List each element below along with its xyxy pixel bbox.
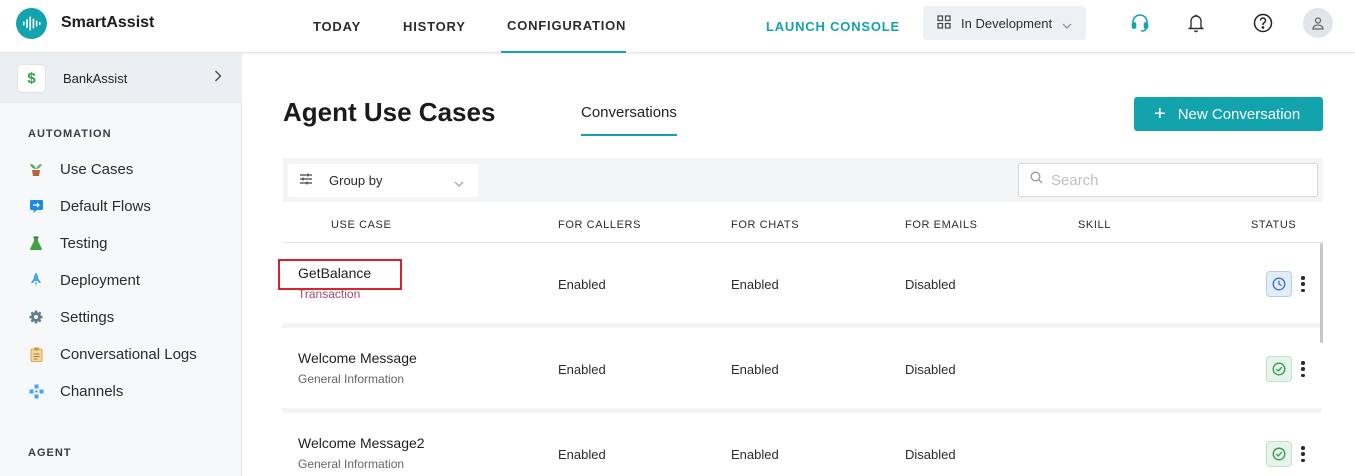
for-chats-value: Enabled [731, 277, 779, 292]
plus-icon: + [1154, 103, 1166, 125]
table-row[interactable]: GetBalance Transaction Enabled Enabled D… [283, 243, 1321, 323]
section-agent: AGENT [28, 447, 72, 459]
for-callers-value: Enabled [558, 447, 606, 462]
use-case-name[interactable]: Welcome Message2 [298, 435, 425, 451]
check-circle-icon[interactable] [1266, 356, 1292, 382]
check-circle-icon[interactable] [1266, 441, 1292, 467]
use-case-type: General Information [298, 457, 405, 471]
col-status: STATUS [1251, 219, 1297, 231]
sidebar: $ BankAssist AUTOMATION Use Cases Defaul… [0, 53, 242, 476]
new-conversation-label: New Conversation [1177, 105, 1301, 123]
gear-icon [28, 309, 44, 325]
smartassist-logo-icon[interactable] [16, 8, 47, 39]
sidebar-item-settings[interactable]: Settings [0, 302, 242, 332]
sidebar-item-label: Testing [60, 234, 108, 252]
col-for-callers: FOR CALLERS [558, 219, 642, 231]
new-conversation-button[interactable]: + New Conversation [1134, 97, 1323, 131]
search-box[interactable] [1018, 163, 1318, 197]
for-emails-value: Disabled [905, 447, 956, 462]
grid-icon [937, 14, 951, 32]
group-by-dropdown[interactable]: Group by [288, 164, 478, 197]
sliders-icon [299, 173, 313, 188]
table-scrollbar[interactable] [1320, 243, 1323, 343]
for-chats-value: Enabled [731, 447, 779, 462]
sidebar-item-label: Channels [60, 382, 124, 400]
more-options-icon[interactable] [1298, 444, 1308, 464]
launch-console-link[interactable]: LAUNCH CONSOLE [766, 0, 900, 53]
search-input[interactable] [1051, 171, 1301, 189]
sidebar-item-testing[interactable]: Testing [0, 228, 242, 258]
nav-configuration[interactable]: CONFIGURATION [501, 0, 626, 53]
chevron-down-icon [1062, 17, 1072, 32]
for-chats-value: Enabled [731, 362, 779, 377]
help-icon[interactable] [1252, 12, 1274, 34]
col-for-emails: FOR EMAILS [905, 219, 978, 231]
dollar-icon: $ [17, 63, 46, 93]
sidebar-item-default-flows[interactable]: Default Flows [0, 191, 242, 221]
for-emails-value: Disabled [905, 362, 956, 377]
brand-name: SmartAssist [61, 14, 155, 31]
bot-name: BankAssist [63, 70, 128, 86]
filter-bar: Group by [283, 158, 1323, 202]
for-callers-value: Enabled [558, 277, 606, 292]
sidebar-item-channels[interactable]: Channels [0, 376, 242, 406]
top-bar: SmartAssist TODAY HISTORY CONFIGURATION … [0, 0, 1355, 53]
section-automation: AUTOMATION [28, 128, 112, 140]
clock-icon[interactable] [1266, 271, 1292, 297]
for-emails-value: Disabled [905, 277, 956, 292]
bell-icon[interactable] [1185, 12, 1207, 34]
user-avatar-icon[interactable] [1303, 8, 1333, 38]
more-options-icon[interactable] [1298, 274, 1308, 294]
environment-selector[interactable]: In Development [923, 6, 1086, 40]
headset-icon[interactable] [1129, 12, 1151, 34]
use-case-name[interactable]: Welcome Message [298, 350, 417, 366]
table-row[interactable]: Welcome Message General Information Enab… [283, 328, 1321, 408]
group-by-label: Group by [329, 173, 383, 188]
for-callers-value: Enabled [558, 362, 606, 377]
col-skill: SKILL [1078, 219, 1111, 231]
highlight-box [278, 259, 402, 290]
col-use-case: USE CASE [331, 219, 392, 231]
clipboard-icon [28, 346, 44, 362]
sidebar-item-label: Settings [60, 308, 115, 326]
sidebar-item-use-cases[interactable]: Use Cases [0, 154, 242, 184]
col-for-chats: FOR CHATS [731, 219, 800, 231]
sidebar-item-label: Use Cases [60, 160, 134, 178]
sidebar-item-label: Deployment [60, 271, 141, 289]
use-case-type: General Information [298, 372, 405, 386]
page-title: Agent Use Cases [283, 97, 496, 127]
search-icon [1030, 171, 1043, 189]
chevron-down-icon [454, 175, 464, 190]
sidebar-item-label: Default Flows [60, 197, 151, 215]
flow-icon [28, 198, 44, 214]
flask-icon [28, 235, 44, 251]
rocket-icon [28, 272, 44, 288]
sidebar-item-conversational-logs[interactable]: Conversational Logs [0, 339, 242, 369]
more-options-icon[interactable] [1298, 359, 1308, 379]
sidebar-item-deployment[interactable]: Deployment [0, 265, 242, 295]
nav-history[interactable]: HISTORY [403, 0, 466, 53]
sidebar-item-label: Conversational Logs [60, 345, 197, 363]
plant-icon [28, 161, 44, 177]
tab-conversations[interactable]: Conversations [581, 104, 677, 136]
table-row[interactable]: Welcome Message2 General Information Ena… [283, 413, 1321, 476]
chevron-right-icon [214, 69, 222, 87]
channels-icon [28, 383, 44, 399]
environment-label: In Development [961, 15, 1053, 31]
bot-selector[interactable]: $ BankAssist [0, 53, 242, 103]
nav-today[interactable]: TODAY [313, 0, 361, 53]
